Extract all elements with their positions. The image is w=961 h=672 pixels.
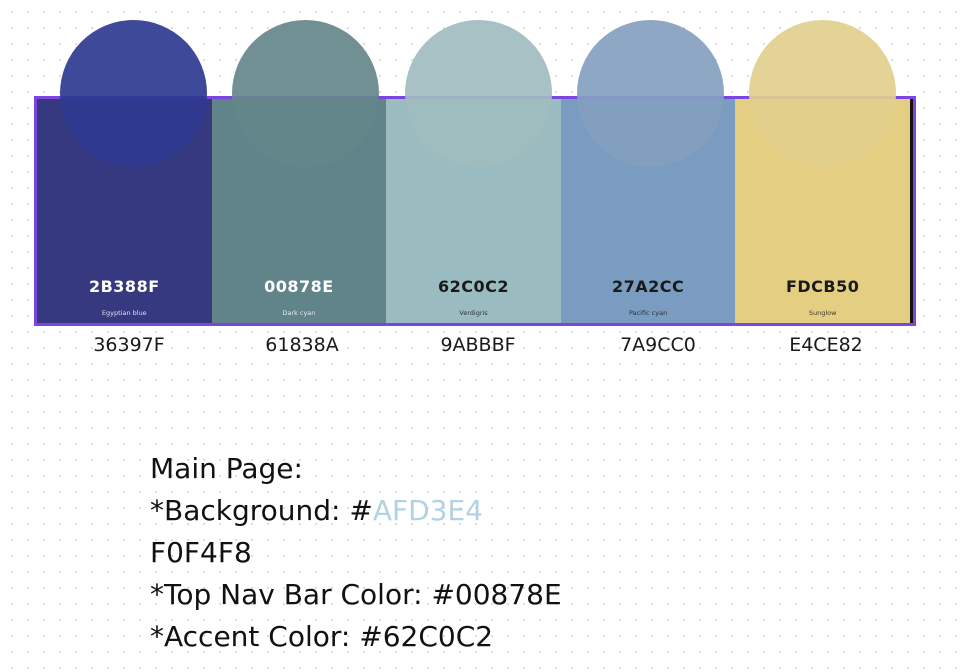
notes-nav-color: *Top Nav Bar Color: #00878E <box>150 578 562 611</box>
swatch-hex: 27A2CC <box>611 277 685 296</box>
swatch-name: Verdigris <box>459 309 488 317</box>
swatch-name: Egyptian blue <box>101 309 147 317</box>
notes-background-alt: F0F4F8 <box>150 536 252 569</box>
swatch-sample-label: 36397F <box>93 334 165 356</box>
swatch-hex: 62C0C2 <box>437 277 509 296</box>
swatch-hex: 2B388F <box>88 277 160 296</box>
notes-background: *Background: #AFD3E4 <box>150 490 562 532</box>
swatch-sample-label: E4CE82 <box>789 334 863 356</box>
color-circle[interactable] <box>577 20 724 167</box>
color-circle[interactable] <box>232 20 379 167</box>
swatch-sample-label: 9ABBBF <box>440 334 516 356</box>
color-circle[interactable] <box>60 20 207 167</box>
swatch-name: Pacific cyan <box>628 309 668 317</box>
notes-heading: Main Page: <box>150 452 303 485</box>
color-circle[interactable] <box>405 20 552 167</box>
background-prefix: *Background: # <box>150 494 373 527</box>
background-value: AFD3E4 <box>372 494 483 527</box>
swatch-sample-label: 61838A <box>265 334 339 356</box>
swatch-name: Dark cyan <box>282 309 316 317</box>
swatch-hex: 00878E <box>264 277 334 296</box>
swatch-name: Sunglow <box>808 309 837 317</box>
swatch-sample-label: 7A9CC0 <box>620 334 696 356</box>
swatch-hex: FDCB50 <box>785 277 860 296</box>
color-notes: Main Page: *Background: #AFD3E4 F0F4F8 *… <box>150 448 562 658</box>
color-circle[interactable] <box>749 20 896 167</box>
notes-accent-color: *Accent Color: #62C0C2 <box>150 620 494 653</box>
